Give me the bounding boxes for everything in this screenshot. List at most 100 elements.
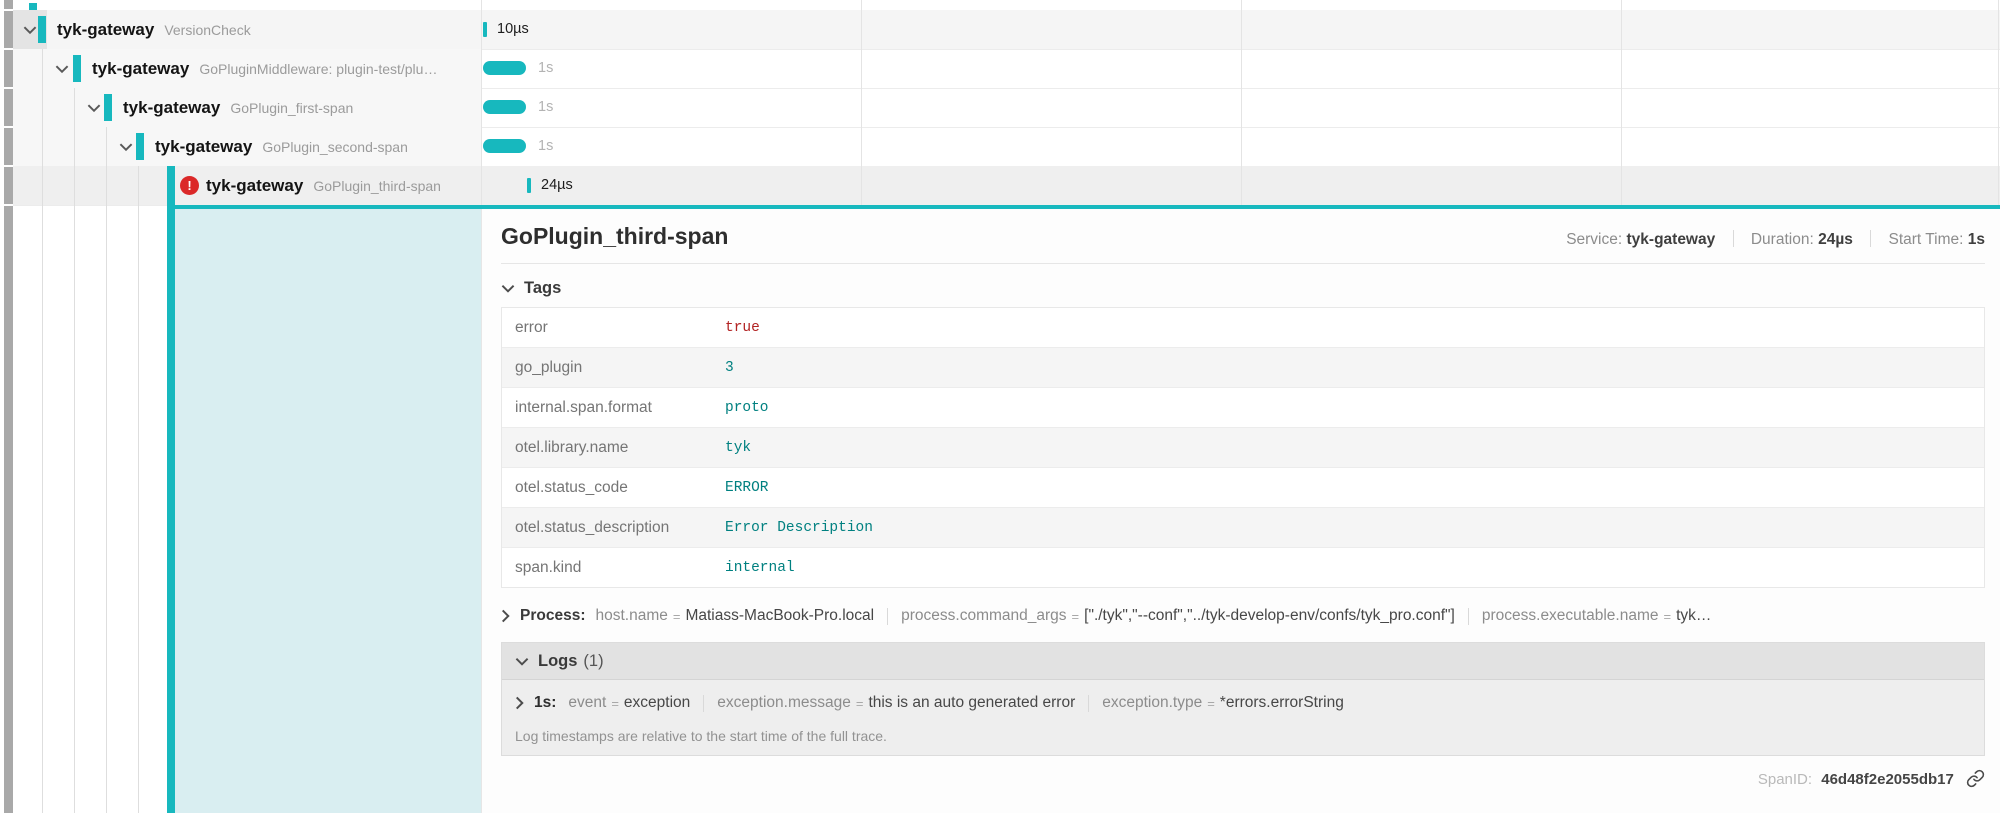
logs-section: Logs (1) 1s: eventexception exception.me… xyxy=(501,642,1985,756)
logs-accordion-header[interactable]: Logs (1) xyxy=(502,643,1984,680)
timeline-gridline xyxy=(481,0,482,205)
span-row-versioncheck[interactable]: tyk-gateway VersionCheck 10µs xyxy=(13,10,2000,50)
process-key: process.executable.name xyxy=(1482,607,1659,625)
tag-value: Error Description xyxy=(725,520,873,536)
indent-guide xyxy=(74,88,75,813)
tag-key: go_plugin xyxy=(502,359,725,377)
chevron-right-icon xyxy=(501,609,510,623)
span-color-bar xyxy=(136,133,144,160)
divider xyxy=(887,608,888,625)
span-rows: tyk-gateway VersionCheck 10µs tyk-gatewa… xyxy=(0,0,2000,209)
indent-guide xyxy=(42,49,43,813)
process-key: host.name xyxy=(595,607,667,625)
edge-gap xyxy=(4,87,13,89)
span-id-label: SpanID: xyxy=(1758,771,1812,788)
duration-label: 1s xyxy=(538,49,553,88)
process-label: Process: xyxy=(520,607,585,625)
selected-span-color-bar xyxy=(167,166,175,813)
process-value: ["./tyk","--conf","../tyk-develop-env/co… xyxy=(1084,607,1455,625)
span-overview: Service: tyk-gateway Duration: 24µs Star… xyxy=(1566,230,1985,249)
logs-body: 1s: eventexception exception.messagethis… xyxy=(502,680,1984,755)
process-accordion-header[interactable]: Process: host.name Matiass-MacBook-Pro.lo… xyxy=(501,607,1985,625)
operation-name: VersionCheck xyxy=(164,22,250,38)
divider xyxy=(1088,695,1089,712)
tag-row: otel.status_code ERROR xyxy=(502,468,1984,508)
span-title: GoPlugin_third-span xyxy=(501,223,728,250)
span-row-goplugin-second-span[interactable]: tyk-gateway GoPlugin_second-span 1s xyxy=(13,127,2000,167)
log-entry[interactable]: 1s: eventexception exception.messagethis… xyxy=(515,694,1984,712)
chevron-down-icon[interactable] xyxy=(55,64,69,73)
span-detail-panel: GoPlugin_third-span Service: tyk-gateway… xyxy=(481,209,2000,813)
duration-label: 10µs xyxy=(497,10,529,49)
span-id-row: SpanID: 46d48f2e2055db17 xyxy=(501,769,1985,788)
tag-row: otel.library.name tyk xyxy=(502,428,1984,468)
tag-value: true xyxy=(725,320,760,336)
divider xyxy=(1468,608,1469,625)
indent-guide xyxy=(138,166,139,813)
span-row-goplugin-third-span[interactable]: tyk-gateway GoPlugin_third-span 24µs xyxy=(13,166,2000,206)
start-time-value: 1s xyxy=(1968,231,1985,248)
span-duration-bar[interactable] xyxy=(483,100,526,114)
duration-label: Duration: xyxy=(1751,231,1814,248)
tags-table: error true go_plugin 3 internal.span.for… xyxy=(501,307,1985,588)
span-color-bar xyxy=(38,16,46,43)
minimap-edge-strip xyxy=(4,0,13,813)
span-duration-bar[interactable] xyxy=(527,178,531,193)
error-icon xyxy=(180,176,199,195)
log-footnote: Log timestamps are relative to the start… xyxy=(515,728,1984,744)
chevron-down-icon xyxy=(501,284,515,293)
process-key: process.command_args xyxy=(901,607,1066,625)
selected-span-tree-strip xyxy=(175,209,481,813)
service-name: tyk-gateway xyxy=(206,176,303,196)
tags-heading: Tags xyxy=(524,279,561,298)
tag-key: otel.library.name xyxy=(502,439,725,457)
span-row-gopluginmiddleware[interactable]: tyk-gateway GoPluginMiddleware: plugin-t… xyxy=(13,49,2000,89)
tag-key: span.kind xyxy=(502,559,725,577)
timeline-gridline xyxy=(1241,0,1242,205)
log-value: exception xyxy=(624,694,690,712)
chevron-down-icon xyxy=(515,657,529,666)
service-value: tyk-gateway xyxy=(1627,231,1716,248)
indent-guide xyxy=(106,127,107,813)
tag-value: proto xyxy=(725,400,769,416)
link-icon[interactable] xyxy=(1966,769,1985,788)
operation-name: GoPluginMiddleware: plugin-test/plu… xyxy=(199,61,437,77)
duration-label: 24µs xyxy=(541,166,573,205)
tags-accordion-header[interactable]: Tags xyxy=(501,279,1985,298)
span-duration-bar[interactable] xyxy=(483,61,526,75)
process-value: tyk… xyxy=(1676,607,1711,625)
service-name: tyk-gateway xyxy=(123,98,220,118)
divider xyxy=(1733,230,1734,247)
span-duration-bar[interactable] xyxy=(483,139,526,153)
equals-sign xyxy=(1207,696,1215,711)
span-color-bar xyxy=(73,55,81,82)
span-duration-bar[interactable] xyxy=(483,22,487,37)
chevron-down-icon[interactable] xyxy=(87,103,101,112)
tag-row: span.kind internal xyxy=(502,548,1984,587)
log-key: event xyxy=(568,694,606,712)
span-color-bar xyxy=(104,94,112,121)
chevron-down-icon[interactable] xyxy=(23,25,37,34)
edge-gap xyxy=(4,165,13,167)
chevron-down-icon[interactable] xyxy=(119,142,133,151)
log-key: exception.message xyxy=(717,694,851,712)
tag-value: ERROR xyxy=(725,480,769,496)
service-name: tyk-gateway xyxy=(92,59,189,79)
equals-sign xyxy=(1072,609,1080,624)
tag-value: 3 xyxy=(725,360,734,376)
log-value: *errors.errorString xyxy=(1220,694,1344,712)
span-color-bar-fragment xyxy=(29,3,37,10)
service-name: tyk-gateway xyxy=(57,20,154,40)
equals-sign xyxy=(673,609,681,624)
span-row-goplugin-first-span[interactable]: tyk-gateway GoPlugin_first-span 1s xyxy=(13,88,2000,128)
operation-name: GoPlugin_third-span xyxy=(313,178,441,194)
logs-heading: Logs xyxy=(538,652,577,671)
divider xyxy=(1870,230,1871,247)
logs-count: (1) xyxy=(583,652,603,671)
tag-key: otel.status_description xyxy=(502,519,725,537)
divider xyxy=(703,695,704,712)
trace-timeline-view: tyk-gateway VersionCheck 10µs tyk-gatewa… xyxy=(0,0,2000,813)
duration-value: 24µs xyxy=(1818,231,1853,248)
process-value: Matiass-MacBook-Pro.local xyxy=(685,607,874,625)
span-detail-header: GoPlugin_third-span Service: tyk-gateway… xyxy=(501,223,1985,264)
